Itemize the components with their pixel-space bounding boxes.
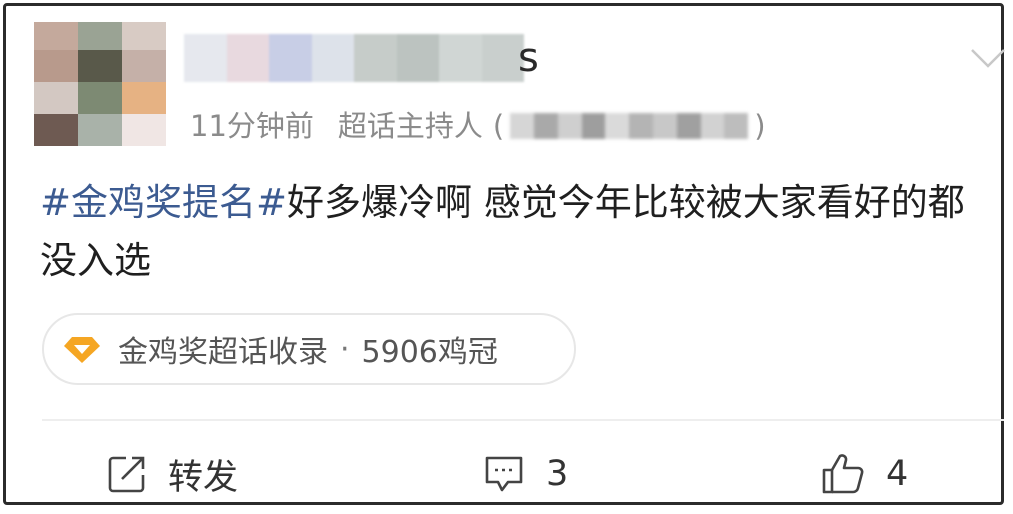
- repost-label: 转发: [168, 457, 239, 498]
- divider: [42, 419, 1004, 421]
- like-count: 4: [886, 454, 909, 494]
- post-time: 11分钟前: [190, 109, 314, 143]
- meta-paren-open: (: [492, 109, 505, 143]
- thumbs-up-icon: [822, 454, 864, 494]
- meta-paren-close: ): [754, 109, 766, 143]
- hashtag-link[interactable]: #金鸡奖提名#: [40, 181, 287, 224]
- username-tail: s: [518, 35, 539, 81]
- topic-chip-name: 金鸡奖超话收录: [118, 335, 328, 370]
- comment-count: 3: [546, 454, 569, 494]
- post-text: #金鸡奖提名#好多爆冷啊 感觉今年比较被大家看好的都没入选: [40, 174, 980, 290]
- post-meta: 11分钟前 超话主持人 ( ): [190, 106, 766, 146]
- host-role-label: 超话主持人: [337, 109, 483, 143]
- topic-chip-separator: ·: [340, 331, 350, 367]
- repost-button[interactable]: 转发: [106, 446, 238, 502]
- username-redacted[interactable]: [184, 34, 524, 82]
- topic-chip-count: 5906鸡冠: [361, 335, 498, 370]
- topic-chip[interactable]: 金鸡奖超话收录 · 5906鸡冠: [42, 313, 576, 385]
- like-button[interactable]: 4: [820, 446, 908, 502]
- comment-button[interactable]: 3: [482, 446, 568, 502]
- comment-icon: [485, 456, 523, 492]
- diamond-icon: [64, 337, 100, 363]
- avatar[interactable]: [34, 22, 166, 146]
- share-icon: [108, 456, 145, 493]
- source-redacted: [510, 113, 749, 139]
- chevron-down-icon[interactable]: [968, 46, 1008, 70]
- post-card: s 11分钟前 超话主持人 ( ) #金鸡奖提名#好多爆冷啊 感觉今年比较被大家…: [3, 3, 1005, 505]
